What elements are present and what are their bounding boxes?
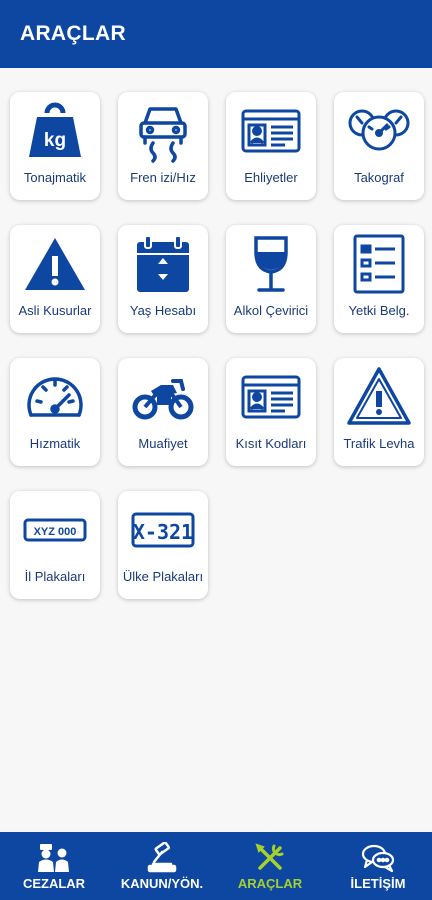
nav-label: KANUN/YÖN. bbox=[120, 876, 204, 891]
document-list-icon bbox=[334, 233, 424, 295]
tools-icon bbox=[216, 842, 324, 874]
chat-bubbles-icon bbox=[324, 842, 432, 874]
svg-text:kg: kg bbox=[44, 130, 66, 151]
police-officer-icon bbox=[0, 842, 108, 874]
tool-tile-il-plakalari[interactable]: XYZ 000 İl Plakaları bbox=[10, 491, 100, 599]
tool-tile-tonajmatik[interactable]: kg Tonajmatik bbox=[10, 92, 100, 200]
weight-kg-icon: kg bbox=[10, 100, 100, 162]
tool-label: Hızmatik bbox=[29, 436, 81, 451]
tools-grid: kg Tonajmatik Fren izi/Hız Ehliyetler Ta… bbox=[0, 0, 432, 832]
traffic-sign-icon bbox=[334, 366, 424, 428]
tool-label: Asli Kusurlar bbox=[18, 303, 92, 318]
tool-label: Trafik Levha bbox=[343, 436, 415, 451]
tool-tile-yas-hesabi[interactable]: Yaş Hesabı bbox=[118, 225, 208, 333]
nav-label: CEZALAR bbox=[22, 876, 86, 891]
tool-label: Takograf bbox=[354, 170, 404, 185]
tool-label: Kısıt Kodları bbox=[235, 436, 307, 451]
license-plate-icon: XYZ 000 bbox=[10, 499, 100, 561]
tool-label: Fren izi/Hız bbox=[130, 170, 196, 185]
tool-tile-alkol-cevirici[interactable]: Alkol Çevirici bbox=[226, 225, 316, 333]
tool-tile-trafik-levha[interactable]: Trafik Levha bbox=[334, 358, 424, 466]
tool-label: Yetki Belg. bbox=[348, 303, 410, 318]
tool-label: Ehliyetler bbox=[244, 170, 298, 185]
tool-label: Muafiyet bbox=[138, 436, 188, 451]
license-card-icon bbox=[226, 366, 316, 428]
tool-tile-fren-izi[interactable]: Fren izi/Hız bbox=[118, 92, 208, 200]
nav-kanun-yon[interactable]: KANUN/YÖN. bbox=[108, 832, 216, 900]
tool-label: Alkol Çevirici bbox=[233, 303, 309, 318]
speedometer-icon bbox=[10, 366, 100, 428]
tool-tile-kisit-kodlari[interactable]: Kısıt Kodları bbox=[226, 358, 316, 466]
tool-tile-asli-kusurlar[interactable]: Asli Kusurlar bbox=[10, 225, 100, 333]
tool-tile-ehliyetler[interactable]: Ehliyetler bbox=[226, 92, 316, 200]
car-brake-trace-icon bbox=[118, 100, 208, 163]
country-plate-icon: X-321 bbox=[118, 499, 208, 561]
tool-tile-muafiyet[interactable]: Muafiyet bbox=[118, 358, 208, 466]
calendar-icon bbox=[118, 233, 208, 295]
nav-cezalar[interactable]: CEZALAR bbox=[0, 832, 108, 900]
tool-tile-takograf[interactable]: Takograf bbox=[334, 92, 424, 200]
plate-text: XYZ 000 bbox=[34, 526, 77, 538]
nav-label: İLETİŞİM bbox=[350, 876, 406, 891]
warning-triangle-icon bbox=[10, 233, 100, 295]
motorcycle-icon bbox=[118, 366, 208, 428]
tool-tile-yetki-belg[interactable]: Yetki Belg. bbox=[334, 225, 424, 333]
nav-label: ARAÇLAR bbox=[237, 876, 303, 891]
license-card-icon bbox=[226, 100, 316, 162]
plate-text: X-321 bbox=[133, 520, 193, 544]
tool-label: İl Plakaları bbox=[24, 569, 86, 584]
tool-label: Ülke Plakaları bbox=[122, 569, 204, 584]
wine-glass-icon bbox=[226, 233, 316, 295]
gavel-icon bbox=[108, 842, 216, 874]
nav-araclar[interactable]: ARAÇLAR bbox=[216, 832, 324, 900]
bottom-navigation: CEZALAR KANUN/YÖN. ARAÇLAR İLETİŞİM bbox=[0, 832, 432, 900]
tool-label: Tonajmatik bbox=[23, 170, 87, 185]
tool-label: Yaş Hesabı bbox=[129, 303, 197, 318]
tachograph-gauges-icon bbox=[334, 100, 424, 162]
nav-iletisim[interactable]: İLETİŞİM bbox=[324, 832, 432, 900]
tool-tile-ulke-plakalari[interactable]: X-321 Ülke Plakaları bbox=[118, 491, 208, 599]
tool-tile-hizmatik[interactable]: Hızmatik bbox=[10, 358, 100, 466]
